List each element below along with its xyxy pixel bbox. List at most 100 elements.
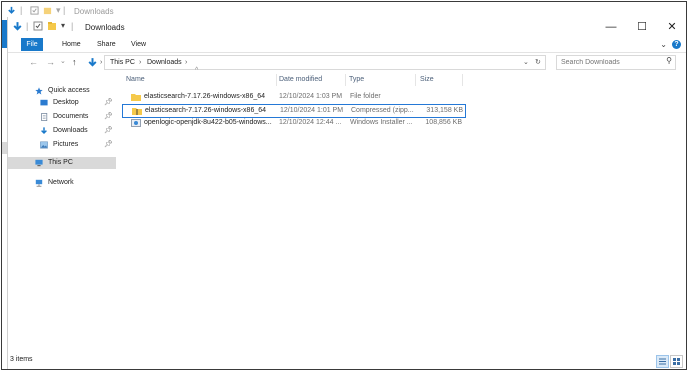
nav-item-label: Network (48, 179, 74, 186)
file-size: 108,856 KB (425, 119, 462, 126)
file-date: 12/10/2024 1:01 PM (280, 107, 344, 114)
sort-ascending-icon: ^ (195, 67, 199, 74)
properties-icon (30, 6, 39, 15)
separator-glyph: | (20, 5, 23, 15)
nav-item-this-pc[interactable]: This PC (8, 157, 116, 169)
download-icon (8, 6, 15, 14)
file-date: 12/10/2024 1:03 PM (279, 93, 343, 100)
minimize-button[interactable]: — (598, 19, 624, 35)
window-title: Downloads (85, 23, 125, 32)
folder-icon (131, 94, 141, 101)
tab-view[interactable]: View (125, 39, 152, 51)
details-view-button[interactable] (656, 355, 669, 368)
file-type: Compressed (zipp... (351, 107, 414, 114)
file-row[interactable]: elasticsearch-7.17.26-windows-x86_64 12/… (122, 91, 466, 103)
nav-item-pictures[interactable]: Pictures 📌︎ (8, 139, 116, 151)
nav-item-label: Quick access (48, 87, 90, 94)
back-button[interactable]: ← (29, 54, 38, 70)
pin-icon[interactable]: 📌︎ (104, 139, 113, 151)
pin-icon[interactable]: 📌︎ (104, 97, 113, 109)
address-bar[interactable]: › This PC › Downloads › ⌄ ↻ (88, 55, 546, 70)
breadcrumb-downloads[interactable]: Downloads (147, 56, 182, 69)
breadcrumb-separator[interactable]: › (139, 56, 141, 69)
expand-ribbon-icon[interactable]: ⌄ (660, 40, 667, 49)
pin-icon[interactable]: 📌︎ (104, 111, 113, 123)
nav-item-downloads[interactable]: Downloads 📌︎ (8, 125, 116, 137)
file-name: openlogic-openjdk-8u422-b05-windows... (144, 119, 272, 126)
file-name: elasticsearch-7.17.26-windows-x86_64 (144, 93, 266, 100)
nav-item-label: Documents (53, 113, 89, 120)
desktop-icon (40, 99, 48, 106)
separator-glyph: | (26, 21, 29, 31)
nav-item-label: Pictures (53, 141, 79, 148)
file-name: elasticsearch-7.17.26-windows-x86_64 (145, 107, 267, 114)
customize-toolbar-arrow-icon[interactable]: ▾ (61, 21, 65, 30)
nav-item-network[interactable]: Network (8, 177, 116, 189)
pictures-icon (40, 141, 48, 149)
address-dropdown-icon[interactable]: ⌄ (523, 56, 529, 69)
nav-item-quick-access[interactable]: Quick access (8, 85, 116, 97)
nav-item-label: Downloads (53, 127, 88, 134)
file-size (420, 91, 462, 103)
nav-item-desktop[interactable]: Desktop 📌︎ (8, 97, 116, 109)
screenshot-frame: | ▾ | Downloads 3 i | ▾ | Downloads — ☐ … (1, 1, 687, 370)
file-type: Windows Installer ... (350, 119, 413, 126)
breadcrumb-separator[interactable]: › (185, 56, 187, 69)
customize-arrow-glyph: ▾ (56, 5, 61, 15)
details-view-icon (659, 358, 666, 365)
file-type: File folder (350, 93, 381, 100)
separator-glyph: | (71, 21, 74, 31)
item-count: 3 items (10, 356, 33, 363)
nav-item-documents[interactable]: Documents 📌︎ (8, 111, 116, 123)
zip-folder-icon (132, 108, 142, 115)
tab-home[interactable]: Home (56, 39, 87, 51)
refresh-button[interactable]: ↻ (535, 56, 541, 69)
download-icon (88, 58, 97, 67)
new-folder-icon[interactable] (47, 21, 57, 31)
nav-item-label: This PC (48, 159, 73, 166)
network-icon (35, 179, 43, 187)
download-icon (13, 22, 22, 31)
forward-button[interactable]: → (46, 54, 55, 70)
navigation-pane: Quick access Desktop 📌︎ Documents 📌︎ Dow… (8, 75, 116, 345)
file-row[interactable]: openlogic-openjdk-8u422-b05-windows... 1… (122, 117, 466, 129)
column-header-date-modified[interactable]: Date modified (275, 74, 346, 86)
close-button[interactable]: ✕ (659, 19, 685, 35)
nav-item-label: Desktop (53, 99, 79, 106)
file-list: ^ Name Date modified Type Size elasticse… (120, 67, 680, 349)
help-icon[interactable]: ? (672, 40, 681, 49)
maximize-button[interactable]: ☐ (629, 19, 655, 35)
search-box[interactable]: ⚲ (556, 55, 676, 70)
new-folder-icon (43, 7, 52, 15)
tab-file[interactable]: File (21, 38, 43, 51)
breadcrumb-this-pc[interactable]: This PC (110, 56, 135, 69)
file-date: 12/10/2024 12:44 ... (279, 119, 342, 126)
installer-icon (131, 119, 141, 127)
column-header-size[interactable]: Size (416, 74, 463, 86)
large-icons-view-button[interactable] (670, 355, 683, 368)
column-header-name[interactable]: Name (122, 74, 277, 86)
file-row-selected[interactable]: elasticsearch-7.17.26-windows-x86_64 12/… (122, 104, 466, 118)
properties-icon[interactable] (33, 21, 43, 31)
separator-glyph: | (63, 5, 66, 15)
file-explorer-window: | ▾ | Downloads — ☐ ✕ File Home Share Vi… (7, 17, 686, 369)
background-window-title: Downloads (74, 7, 114, 16)
column-header-row: ^ Name Date modified Type Size (120, 67, 680, 89)
tab-share[interactable]: Share (91, 39, 122, 51)
address-row: ← → ⌄ ↑ › This PC › Downloads › ⌄ ↻ ⚲ (8, 54, 686, 70)
up-button[interactable]: ↑ (72, 54, 77, 70)
column-header-type[interactable]: Type (345, 74, 416, 86)
breadcrumb-separator[interactable]: › (100, 56, 102, 69)
documents-icon (41, 113, 48, 121)
search-input[interactable] (557, 57, 661, 68)
title-bar: | ▾ | Downloads — ☐ ✕ (8, 17, 686, 37)
star-icon (35, 87, 43, 95)
recent-locations-icon[interactable]: ⌄ (60, 54, 66, 70)
large-icons-view-icon (673, 358, 680, 365)
ribbon-tabs: File Home Share View ⌄ ? (8, 37, 686, 53)
computer-icon (35, 159, 43, 167)
search-icon[interactable]: ⚲ (666, 56, 672, 65)
download-icon (41, 127, 47, 135)
file-size: 313,158 KB (426, 107, 463, 114)
pin-icon[interactable]: 📌︎ (104, 125, 113, 137)
